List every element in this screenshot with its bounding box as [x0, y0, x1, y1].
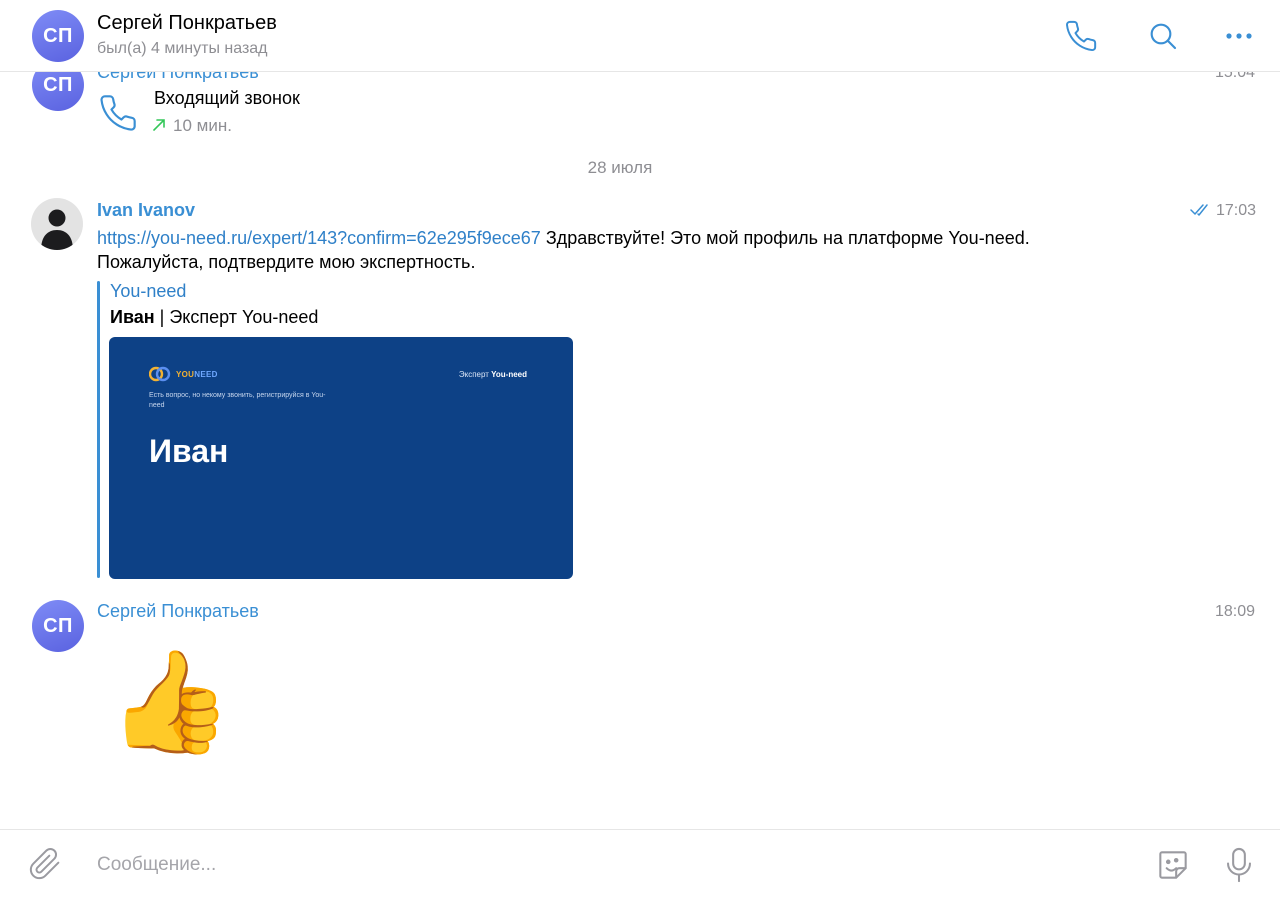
link-preview-image[interactable]: YOUNEED Эксперт You-need Есть вопрос, но… [109, 337, 573, 579]
youneed-logo-icon [149, 366, 171, 382]
card-logo-text: YOU [176, 369, 195, 379]
avatar[interactable] [31, 198, 83, 250]
avatar[interactable]: СП [32, 600, 84, 652]
preview-title-rest: | Эксперт You-need [154, 307, 319, 327]
call-duration: 10 мин. [173, 116, 232, 135]
sender-name[interactable]: Ivan Ivanov [97, 200, 195, 221]
call-label: Входящий звонок [154, 88, 300, 108]
link-preview-bar [97, 281, 100, 578]
card-tagline: Эксперт You-need [459, 370, 527, 379]
message-text-part: Здравствуйте! Это мой профиль на платфор… [540, 228, 1030, 248]
preview-title-bold: Иван [110, 307, 155, 327]
phone-icon[interactable] [98, 93, 138, 133]
card-subtitle: Есть вопрос, но некому звонить, регистри… [149, 392, 326, 409]
more-icon[interactable] [1221, 18, 1257, 54]
message-link[interactable]: https://you-need.ru/expert/143?confirm=6… [97, 228, 541, 248]
card-tagline-bold: You-need [491, 370, 527, 379]
search-icon[interactable] [1145, 18, 1181, 54]
avatar-initials: СП [43, 24, 73, 47]
card-logo: YOUNEED [149, 366, 218, 382]
message-text-line: Пожалуйста, подтвердите мою экспертность… [97, 252, 476, 272]
message-time: 17:03 [1216, 202, 1257, 219]
card-name: Иван [149, 433, 229, 469]
avatar-initials: СП [43, 73, 73, 96]
card-tagline-prefix: Эксперт [458, 370, 492, 379]
message-text: https://you-need.ru/expert/143?confirm=6… [97, 226, 1247, 274]
chat-status: был(а) 4 минуты назад [97, 40, 268, 57]
thumbs-up-sticker[interactable]: 👍 [108, 640, 233, 764]
link-preview-site[interactable]: You-need [110, 281, 186, 302]
date-separator: 28 июля [587, 158, 653, 177]
message-list: СП Сергей Понкратьев 15:04 Входящий звон… [0, 0, 1280, 828]
message-time: 18:09 [1215, 603, 1256, 620]
attach-icon[interactable] [28, 847, 62, 881]
phone-icon[interactable] [1063, 18, 1099, 54]
sticker-icon[interactable] [1154, 846, 1192, 884]
sender-name[interactable]: Сергей Понкратьев [97, 601, 259, 622]
message-composer [0, 829, 1280, 898]
chat-header: СП Сергей Понкратьев был(а) 4 минуты наз… [0, 0, 1280, 72]
user-silhouette-icon [41, 209, 73, 250]
header-avatar[interactable]: СП [32, 10, 84, 62]
message-input[interactable] [97, 854, 1097, 876]
outgoing-arrow-icon [152, 118, 166, 132]
microphone-icon[interactable] [1222, 846, 1256, 884]
card-logo-accent: NEED [194, 369, 218, 379]
chat-title[interactable]: Сергей Понкратьев [97, 12, 277, 35]
double-check-icon [1190, 203, 1212, 217]
link-preview-title[interactable]: Иван | Эксперт You-need [110, 307, 318, 328]
avatar-initials: СП [43, 614, 73, 637]
